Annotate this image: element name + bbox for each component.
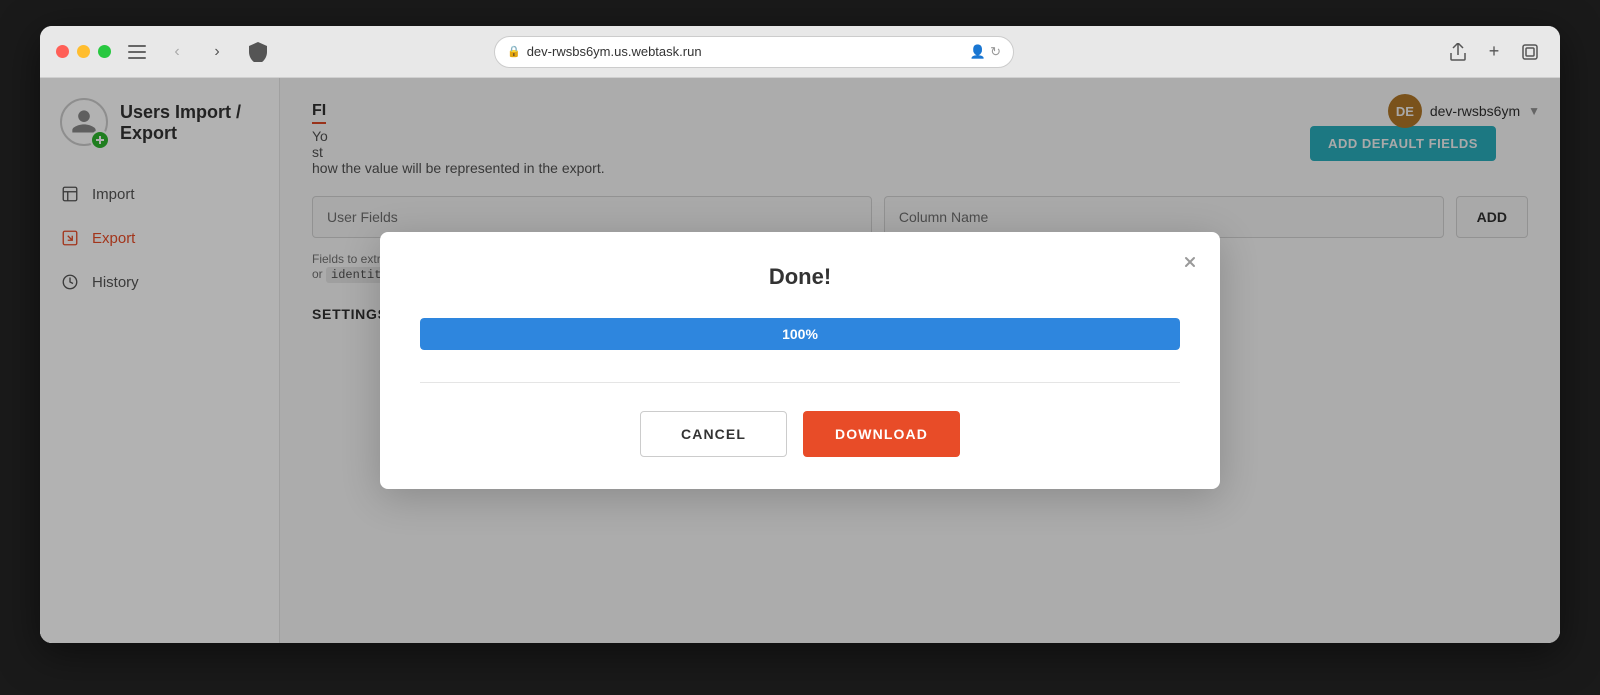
address-bar[interactable]: 🔒 dev-rwsbs6ym.us.webtask.run 👤 ↻ — [494, 36, 1014, 68]
forward-button[interactable]: › — [203, 38, 231, 66]
download-button[interactable]: DOWNLOAD — [803, 411, 960, 457]
app-content: Users Import / Export Import — [40, 78, 1560, 643]
modal-close-button[interactable] — [1176, 248, 1204, 276]
share-button[interactable] — [1444, 38, 1472, 66]
lock-icon: 🔒 — [507, 45, 521, 58]
sidebar-toggle-button[interactable] — [123, 38, 151, 66]
modal-dialog: Done! 100% CANCEL DOWNLOAD — [380, 232, 1220, 489]
new-tab-button[interactable]: + — [1480, 38, 1508, 66]
url-text: dev-rwsbs6ym.us.webtask.run — [527, 44, 964, 59]
close-traffic-light[interactable] — [56, 45, 69, 58]
progress-label: 100% — [782, 326, 818, 342]
address-bar-actions: 👤 ↻ — [970, 44, 1001, 60]
progress-bar-container: 100% — [420, 318, 1180, 350]
progress-bar-fill: 100% — [420, 318, 1180, 350]
modal-actions: CANCEL DOWNLOAD — [420, 411, 1180, 457]
modal-overlay: Done! 100% CANCEL DOWNLOAD — [40, 78, 1560, 643]
maximize-traffic-light[interactable] — [98, 45, 111, 58]
tabs-button[interactable] — [1516, 38, 1544, 66]
modal-divider — [420, 382, 1180, 383]
cancel-button[interactable]: CANCEL — [640, 411, 787, 457]
minimize-traffic-light[interactable] — [77, 45, 90, 58]
browser-titlebar: ‹ › 🔒 dev-rwsbs6ym.us.webtask.run 👤 ↻ + — [40, 26, 1560, 78]
traffic-lights — [56, 45, 111, 58]
browser-right-controls: + — [1444, 38, 1544, 66]
back-button[interactable]: ‹ — [163, 38, 191, 66]
modal-title: Done! — [420, 264, 1180, 290]
shield-icon — [243, 37, 273, 67]
